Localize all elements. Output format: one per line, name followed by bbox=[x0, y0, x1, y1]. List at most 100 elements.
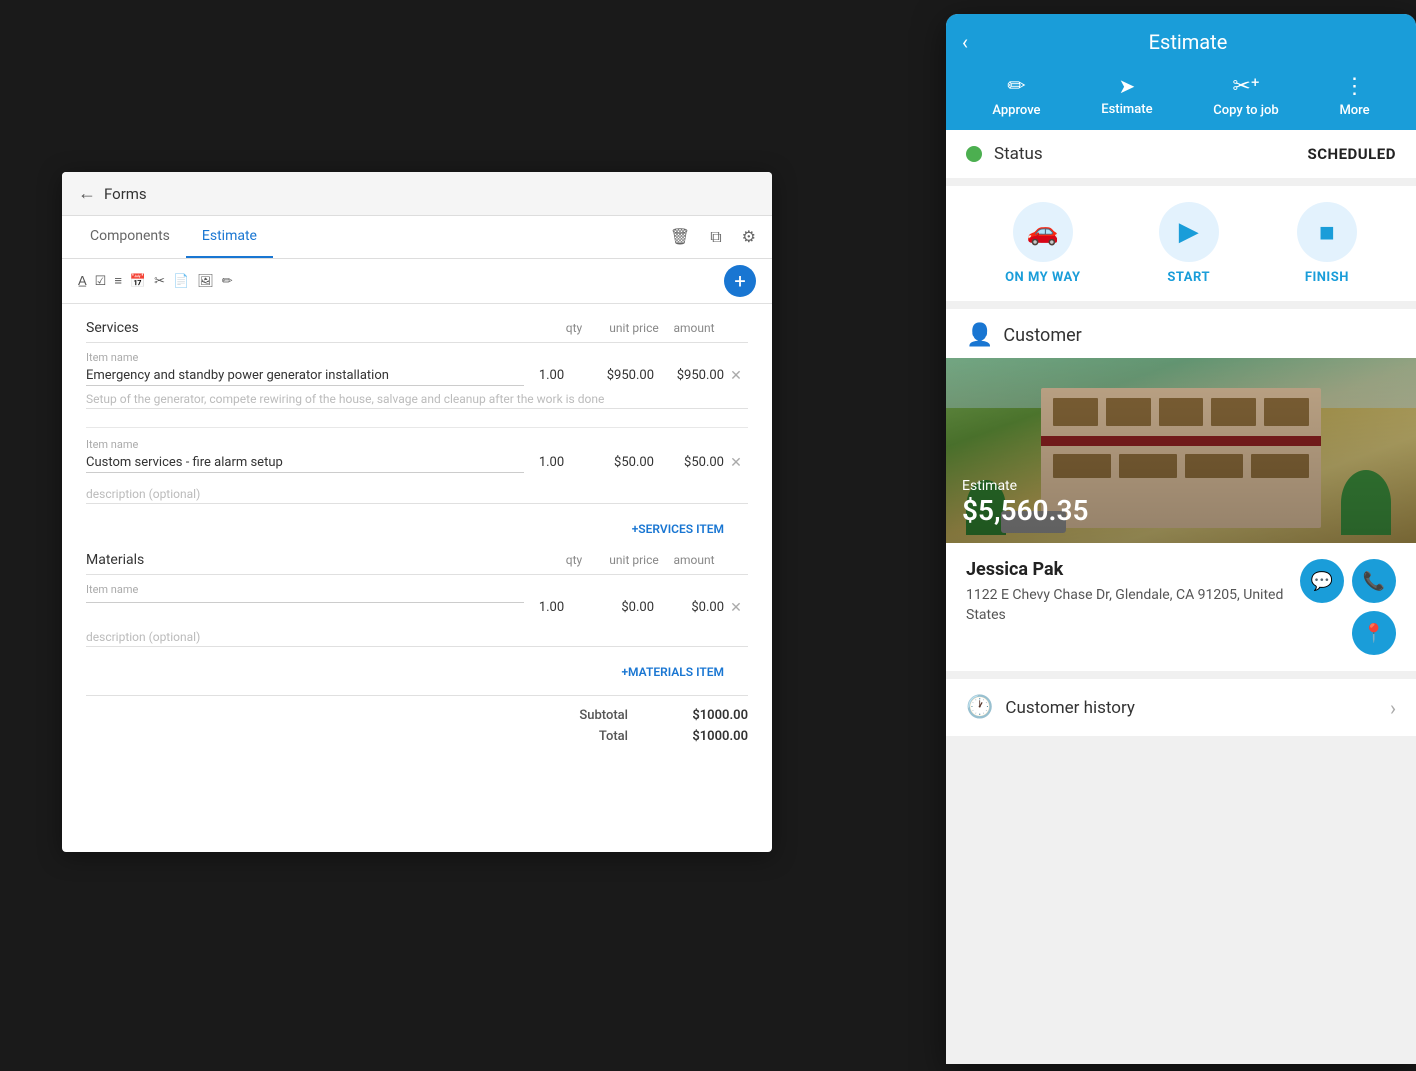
services-qty-col: qty bbox=[544, 321, 604, 335]
estimate-badge-value: $5,560.35 bbox=[962, 494, 1089, 527]
material-name-1 bbox=[86, 598, 524, 603]
status-label: Status bbox=[994, 144, 1043, 164]
image-icon[interactable]: 🖼 bbox=[197, 274, 214, 289]
item-label-2: Item name bbox=[86, 438, 748, 451]
start-label: START bbox=[1167, 270, 1210, 285]
phone-button[interactable]: 📞 bbox=[1352, 559, 1396, 603]
materials-amount-col: amount bbox=[664, 553, 724, 567]
services-title: Services bbox=[86, 320, 544, 336]
subtotal-label: Subtotal bbox=[579, 708, 628, 723]
play-icon: ▶ bbox=[1179, 217, 1199, 247]
total-label: Total bbox=[599, 729, 628, 744]
estimate-label: Estimate bbox=[1101, 102, 1152, 117]
more-icon: ⋮ bbox=[1344, 74, 1366, 99]
materials-price-col: unit price bbox=[604, 553, 664, 567]
customer-info: Jessica Pak 1122 E Chevy Chase Dr, Glend… bbox=[946, 543, 1416, 671]
message-icon: 💬 bbox=[1311, 571, 1333, 592]
stop-icon: ■ bbox=[1319, 217, 1335, 248]
list-icon[interactable]: ≡ bbox=[114, 273, 122, 289]
material-item-1: Item name 1.00 $0.00 $0.00 ✕ description… bbox=[86, 583, 748, 657]
finish-label: FINISH bbox=[1305, 270, 1349, 285]
mobile-title: Estimate bbox=[976, 30, 1400, 54]
on-my-way-icon-wrap: 🚗 bbox=[1013, 202, 1073, 262]
underline-icon[interactable]: A̲ bbox=[78, 273, 87, 289]
service-amount-2: $50.00 bbox=[654, 453, 724, 470]
material-qty-1: 1.00 bbox=[524, 598, 579, 615]
add-button[interactable]: + bbox=[724, 265, 756, 297]
approve-action[interactable]: ✏ Approve bbox=[992, 74, 1040, 118]
services-price-col: unit price bbox=[604, 321, 664, 335]
service-row-1: Emergency and standby power generator in… bbox=[86, 366, 748, 386]
topbar-title: Forms bbox=[104, 185, 147, 203]
car-icon: 🚗 bbox=[1027, 217, 1059, 247]
tab-components[interactable]: Components bbox=[74, 216, 186, 258]
scissors-icon[interactable]: ✂ bbox=[154, 274, 165, 289]
service-desc-1: Setup of the generator, compete rewiring… bbox=[86, 390, 748, 409]
checkbox-icon[interactable]: ☑ bbox=[95, 274, 107, 289]
finish-button[interactable]: ■ FINISH bbox=[1297, 202, 1357, 285]
desktop-topbar: ← Forms bbox=[62, 172, 772, 216]
totals-section: Subtotal $1000.00 Total $1000.00 bbox=[86, 695, 748, 744]
materials-header: Materials qty unit price amount bbox=[86, 552, 748, 575]
material-amount-1: $0.00 bbox=[654, 598, 724, 615]
status-value: SCHEDULED bbox=[1307, 145, 1396, 163]
service-name-1: Emergency and standby power generator in… bbox=[86, 366, 524, 386]
services-header: Services qty unit price amount bbox=[86, 320, 748, 343]
service-price-1: $950.00 bbox=[579, 366, 654, 383]
estimate-badge-label: Estimate bbox=[962, 478, 1089, 494]
service-delete-1[interactable]: ✕ bbox=[724, 366, 748, 384]
estimate-action[interactable]: ➤ Estimate bbox=[1101, 74, 1152, 118]
mobile-back-icon[interactable]: ‹ bbox=[962, 30, 968, 54]
tab-actions: 🗑 ⧉ ⚙ bbox=[666, 223, 760, 251]
status-section: Status SCHEDULED bbox=[946, 130, 1416, 178]
settings-icon[interactable]: ⚙ bbox=[738, 223, 760, 251]
copy-icon[interactable]: ⧉ bbox=[706, 223, 725, 251]
document-icon[interactable]: 📄 bbox=[173, 274, 189, 289]
copy-job-icon: ✂⁺ bbox=[1232, 74, 1259, 99]
status-dot bbox=[966, 146, 982, 162]
customer-details: Jessica Pak 1122 E Chevy Chase Dr, Glend… bbox=[966, 559, 1300, 625]
mobile-header-row: ‹ Estimate bbox=[962, 30, 1400, 66]
start-icon-wrap: ▶ bbox=[1159, 202, 1219, 262]
total-row: Total $1000.00 bbox=[86, 729, 748, 744]
customer-address: 1122 E Chevy Chase Dr, Glendale, CA 9120… bbox=[966, 586, 1300, 625]
tab-estimate[interactable]: Estimate bbox=[186, 216, 273, 258]
customer-title: Customer bbox=[1003, 325, 1081, 346]
mobile-body: Status SCHEDULED 🚗 ON MY WAY ▶ START ■ bbox=[946, 130, 1416, 1064]
service-delete-2[interactable]: ✕ bbox=[724, 453, 748, 471]
mobile-actions-bar: ✏ Approve ➤ Estimate ✂⁺ Copy to job ⋮ Mo… bbox=[962, 66, 1400, 130]
estimate-badge: Estimate $5,560.35 bbox=[962, 478, 1089, 527]
material-delete-1[interactable]: ✕ bbox=[724, 598, 748, 616]
send-icon: ➤ bbox=[1119, 74, 1136, 98]
service-qty-2: 1.00 bbox=[524, 453, 579, 470]
location-button[interactable]: 📍 bbox=[1352, 611, 1396, 655]
back-icon[interactable]: ← bbox=[78, 183, 96, 204]
pen-icon[interactable]: ✏ bbox=[222, 274, 233, 289]
calendar-icon[interactable]: 📅 bbox=[130, 274, 146, 289]
desktop-content: Services qty unit price amount Item name… bbox=[62, 304, 772, 852]
start-button[interactable]: ▶ START bbox=[1159, 202, 1219, 285]
customer-section: 👤 Customer bbox=[946, 309, 1416, 671]
finish-icon-wrap: ■ bbox=[1297, 202, 1357, 262]
mobile-panel: ‹ Estimate ✏ Approve ➤ Estimate ✂⁺ Copy … bbox=[946, 14, 1416, 1064]
add-services-link[interactable]: +SERVICES ITEM bbox=[86, 522, 724, 536]
material-desc-1: description (optional) bbox=[86, 628, 748, 647]
approve-label: Approve bbox=[992, 103, 1040, 118]
subtotal-row: Subtotal $1000.00 bbox=[86, 708, 748, 723]
property-image: Estimate $5,560.35 bbox=[946, 358, 1416, 543]
item-label-1: Item name bbox=[86, 351, 748, 364]
delete-icon[interactable]: 🗑 bbox=[666, 223, 694, 251]
contact-icons: 💬 📞 📍 bbox=[1300, 559, 1396, 655]
service-item-1: Item name Emergency and standby power ge… bbox=[86, 351, 748, 428]
add-materials-link[interactable]: +MATERIALS ITEM bbox=[86, 665, 724, 679]
copy-to-job-action[interactable]: ✂⁺ Copy to job bbox=[1213, 74, 1278, 118]
customer-header: 👤 Customer bbox=[946, 309, 1416, 358]
total-value: $1000.00 bbox=[668, 729, 748, 744]
more-action[interactable]: ⋮ More bbox=[1339, 74, 1369, 118]
on-my-way-button[interactable]: 🚗 ON MY WAY bbox=[1005, 202, 1080, 285]
customer-history-section[interactable]: 🕐 Customer history › bbox=[946, 679, 1416, 736]
message-button[interactable]: 💬 bbox=[1300, 559, 1344, 603]
on-my-way-label: ON MY WAY bbox=[1005, 270, 1080, 285]
history-label: Customer history bbox=[1005, 698, 1135, 718]
service-amount-1: $950.00 bbox=[654, 366, 724, 383]
